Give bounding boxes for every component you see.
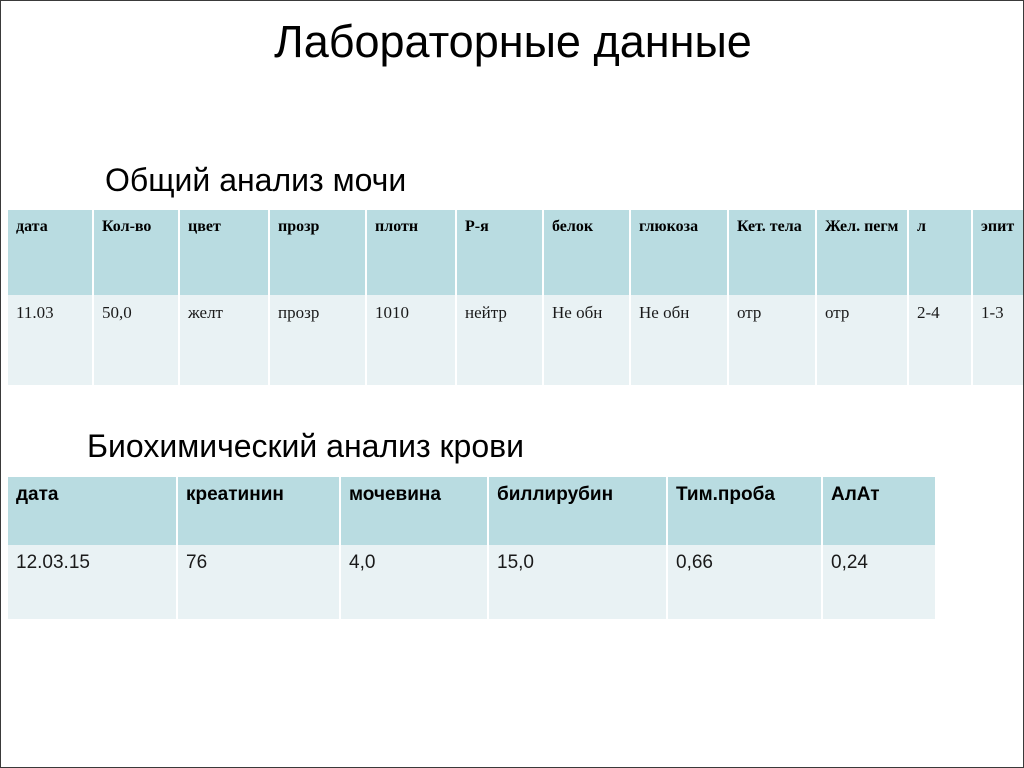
table-header-row: дата креатинин мочевина биллирубин Тим.п… [8,477,935,545]
cell-reaction: нейтр [457,295,542,385]
cell-thymol: 0,66 [668,545,821,619]
section-heading-urine: Общий анализ мочи [105,162,407,198]
column-header-amount: Кол-во [94,210,178,295]
column-header-epithelium: эпит [973,210,1023,295]
column-header-bile-pigm: Жел. пегм [817,210,907,295]
urine-analysis-table: дата Кол-во цвет прозр плотн Р-я белок г… [6,210,1023,385]
column-header-protein: белок [544,210,629,295]
cell-glucose: Не обн [631,295,727,385]
column-header-leukocytes: л [909,210,971,295]
slide: Лабораторные данные Общий анализ мочи да… [0,0,1024,768]
cell-epithelium: 1-3 [973,295,1023,385]
cell-color: желт [180,295,268,385]
table-header-row: дата Кол-во цвет прозр плотн Р-я белок г… [8,210,1023,295]
column-header-glucose: глюкоза [631,210,727,295]
column-header-bilirubin: биллирубин [489,477,666,545]
cell-clarity: прозр [270,295,365,385]
column-header-color: цвет [180,210,268,295]
column-header-creatinine: креатинин [178,477,339,545]
column-header-thymol: Тим.проба [668,477,821,545]
page-title: Лабораторные данные [274,16,752,67]
section-heading-blood: Биохимический анализ крови [87,428,525,464]
column-header-urea: мочевина [341,477,487,545]
cell-protein: Не обн [544,295,629,385]
cell-ketones: отр [729,295,815,385]
cell-urea: 4,0 [341,545,487,619]
column-header-density: плотн [367,210,455,295]
table-row: 11.03 50,0 желт прозр 1010 нейтр Не обн … [8,295,1023,385]
blood-biochemistry-table: дата креатинин мочевина биллирубин Тим.п… [6,477,937,619]
table-row: 12.03.15 76 4,0 15,0 0,66 0,24 [8,545,935,619]
column-header-alat: АлАт [823,477,935,545]
column-header-reaction: Р-я [457,210,542,295]
cell-amount: 50,0 [94,295,178,385]
column-header-clarity: прозр [270,210,365,295]
cell-date: 11.03 [8,295,92,385]
cell-date: 12.03.15 [8,545,176,619]
cell-alat: 0,24 [823,545,935,619]
cell-leukocytes: 2-4 [909,295,971,385]
column-header-date: дата [8,477,176,545]
cell-bilirubin: 15,0 [489,545,666,619]
cell-density: 1010 [367,295,455,385]
cell-creatinine: 76 [178,545,339,619]
cell-bile-pigm: отр [817,295,907,385]
column-header-ketones: Кет. тела [729,210,815,295]
column-header-date: дата [8,210,92,295]
